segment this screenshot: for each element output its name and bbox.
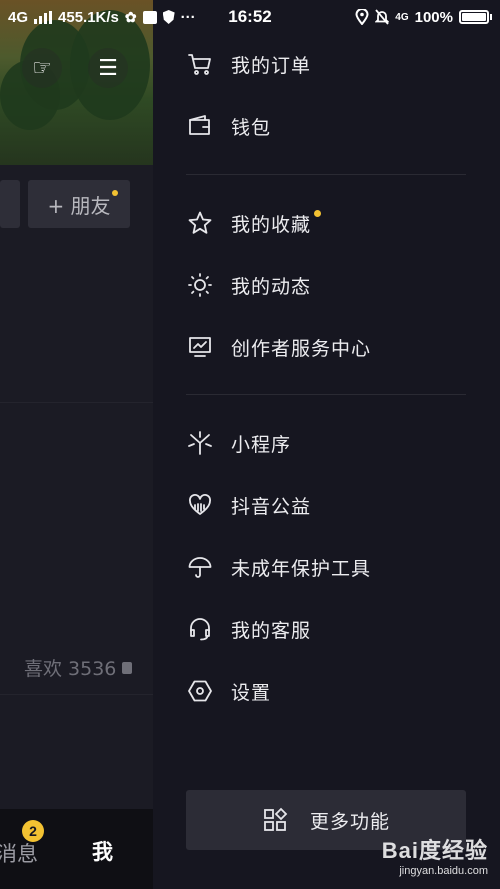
- cart-icon: [186, 50, 214, 78]
- more-features-label: 更多功能: [309, 810, 390, 833]
- profile-edit-button[interactable]: [0, 180, 20, 228]
- watermark-url: jingyan.baidu.com: [399, 865, 488, 877]
- likes-label: 喜欢 3536: [24, 658, 117, 680]
- menu-item-creator-center[interactable]: 创作者服务中心: [153, 319, 500, 375]
- shield-icon: [162, 10, 175, 24]
- messages-badge: 2: [22, 820, 44, 842]
- menu-item-charity[interactable]: 抖音公益: [153, 477, 500, 533]
- wallet-icon: [186, 112, 214, 140]
- divider: [0, 694, 153, 695]
- baidu-watermark: Bai度经验 jingyan.baidu.com: [382, 833, 488, 877]
- lock-icon: [122, 661, 133, 674]
- menu-label: 我的动态: [231, 275, 312, 298]
- messages-tab[interactable]: 消息: [0, 838, 38, 868]
- add-friend-button[interactable]: + 朋友: [28, 180, 130, 228]
- menu-divider: [186, 394, 466, 395]
- me-tab[interactable]: 我: [92, 836, 113, 866]
- menu-label: 设置: [231, 681, 272, 704]
- menu-item-activity[interactable]: 我的动态: [153, 257, 500, 313]
- sun-icon: [186, 271, 214, 299]
- profile-background: ☞ ☰ + 朋友 喜欢 3536 消息 2 我: [0, 0, 153, 889]
- hand-point-icon[interactable]: ☞: [22, 48, 62, 88]
- new-dot: [314, 209, 322, 217]
- network-type-2: 4G: [395, 11, 409, 23]
- menu-item-settings[interactable]: 设置: [153, 663, 500, 719]
- signal-icon: [34, 10, 53, 24]
- menu-icon[interactable]: ☰: [88, 48, 128, 88]
- grid-apps-icon: [264, 807, 288, 831]
- likes-tab[interactable]: 喜欢 3536: [24, 654, 133, 681]
- menu-item-favorites[interactable]: 我的收藏: [153, 195, 500, 251]
- menu-label: 钱包: [231, 116, 272, 139]
- menu-label: 未成年保护工具: [231, 557, 372, 580]
- menu-item-orders[interactable]: 我的订单: [153, 36, 500, 92]
- star-icon: [186, 209, 214, 237]
- notification-dot: [112, 190, 118, 196]
- menu-item-wallet[interactable]: 钱包: [153, 98, 500, 154]
- side-drawer: 我的订单 钱包 我的收藏 我的动态 创作者服务中心 小程序 抖音公益 未成年保护…: [153, 0, 500, 889]
- divider: [0, 402, 153, 403]
- status-right: 4G 100%: [355, 9, 492, 26]
- monitor-chart-icon: [186, 333, 214, 361]
- network-type: 4G: [8, 8, 29, 26]
- umbrella-icon: [186, 553, 214, 581]
- network-speed: 455.1K/s: [58, 8, 119, 26]
- menu-label: 抖音公益: [231, 495, 312, 518]
- wechat-icon: ✿: [124, 8, 137, 25]
- menu-label: 我的客服: [231, 619, 312, 642]
- mute-bell-icon: [375, 9, 390, 25]
- menu-item-mini-programs[interactable]: 小程序: [153, 415, 500, 471]
- menu-item-customer-service[interactable]: 我的客服: [153, 601, 500, 657]
- menu-label: 创作者服务中心: [231, 337, 372, 360]
- location-icon: [355, 9, 369, 25]
- message-icon: [142, 10, 157, 24]
- status-left: 4G 455.1K/s ✿ ···: [8, 9, 196, 26]
- hexagon-settings-icon: [186, 677, 214, 705]
- menu-label: 我的收藏: [231, 213, 312, 236]
- heart-charity-icon: [186, 491, 214, 519]
- menu-label: 小程序: [231, 433, 292, 456]
- add-friend-label: + 朋友: [47, 193, 111, 218]
- battery-icon: [459, 10, 492, 24]
- battery-percent: 100%: [414, 8, 453, 26]
- menu-label: 我的订单: [231, 54, 312, 77]
- watermark-logo: Bai度经验: [381, 838, 488, 863]
- menu-divider: [186, 174, 466, 175]
- more-dots-icon: ···: [180, 8, 196, 26]
- menu-item-minor-protection[interactable]: 未成年保护工具: [153, 539, 500, 595]
- mini-program-icon: [186, 429, 214, 457]
- status-bar: 4G 455.1K/s ✿ ··· 16:52 4G 100%: [0, 0, 500, 34]
- headset-icon: [186, 615, 214, 643]
